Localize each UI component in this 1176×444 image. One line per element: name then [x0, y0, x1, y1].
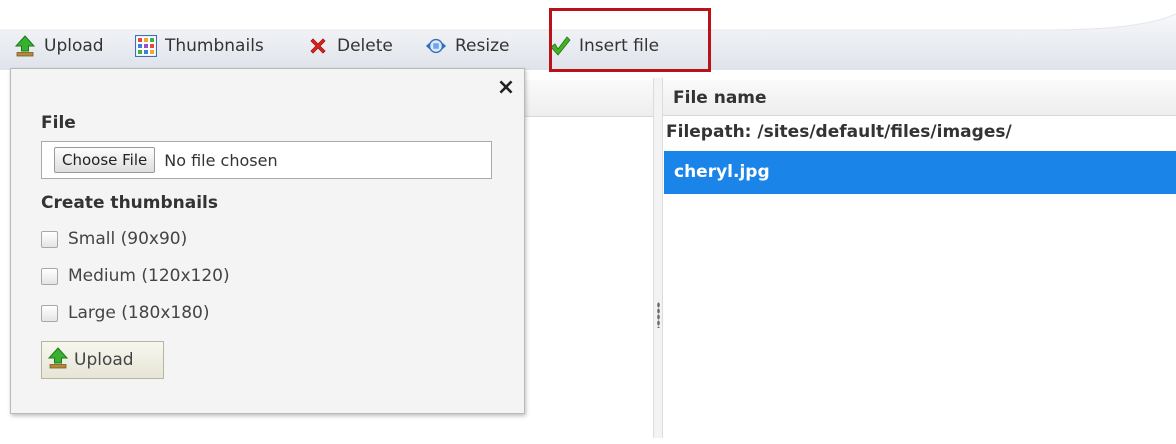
- small-option-label: Small (90x90): [68, 229, 188, 249]
- upload-button-label: Upload: [74, 350, 134, 370]
- small-checkbox[interactable]: [41, 230, 58, 248]
- toolbar-thumbnails-button[interactable]: Thumbnails: [135, 33, 264, 59]
- create-thumbnails-heading: Create thumbnails: [41, 193, 218, 213]
- medium-checkbox[interactable]: [41, 267, 58, 285]
- splitter-grip-icon: [657, 302, 660, 328]
- resize-icon: [425, 35, 447, 57]
- toolbar-upload-label: Upload: [44, 36, 104, 56]
- file-input[interactable]: Choose File No file chosen: [41, 141, 492, 179]
- toolbar-upload-button[interactable]: Upload: [14, 33, 104, 59]
- file-name-column-header[interactable]: File name: [663, 80, 1176, 116]
- toolbar-resize-label: Resize: [455, 36, 510, 56]
- choose-file-button[interactable]: Choose File: [54, 147, 156, 173]
- medium-option-label: Medium (120x120): [68, 266, 230, 286]
- thumbnail-option-small[interactable]: Small (90x90): [41, 229, 187, 249]
- toolbar-delete-button[interactable]: Delete: [307, 33, 393, 59]
- toolbar: Upload Thumbnails Delete Resize Insert f…: [0, 0, 1176, 72]
- file-label: File: [41, 113, 76, 133]
- toolbar-resize-button[interactable]: Resize: [425, 33, 509, 59]
- large-checkbox[interactable]: [41, 304, 58, 322]
- close-icon[interactable]: ×: [495, 77, 517, 99]
- upload-popup: × File Choose File No file chosen Create…: [10, 68, 525, 414]
- toolbar-thumbnails-label: Thumbnails: [165, 36, 264, 56]
- pane-splitter[interactable]: [653, 78, 663, 438]
- left-pane-header: [524, 80, 653, 117]
- insert-file-highlight-box: [549, 8, 711, 72]
- delete-x-icon: [307, 35, 329, 57]
- toolbar-delete-label: Delete: [337, 36, 393, 56]
- no-file-chosen-text: No file chosen: [164, 150, 278, 170]
- thumbnails-grid-icon: [135, 35, 157, 57]
- filepath-text: Filepath: /sites/default/files/images/: [666, 122, 1012, 142]
- large-option-label: Large (180x180): [68, 303, 210, 323]
- upload-arrow-icon: [14, 35, 36, 57]
- upload-button[interactable]: Upload: [41, 341, 164, 379]
- file-row-selected[interactable]: cheryl.jpg: [664, 151, 1176, 194]
- thumbnail-option-large[interactable]: Large (180x180): [41, 303, 209, 323]
- upload-arrow-icon: [47, 346, 69, 374]
- thumbnail-option-medium[interactable]: Medium (120x120): [41, 266, 230, 286]
